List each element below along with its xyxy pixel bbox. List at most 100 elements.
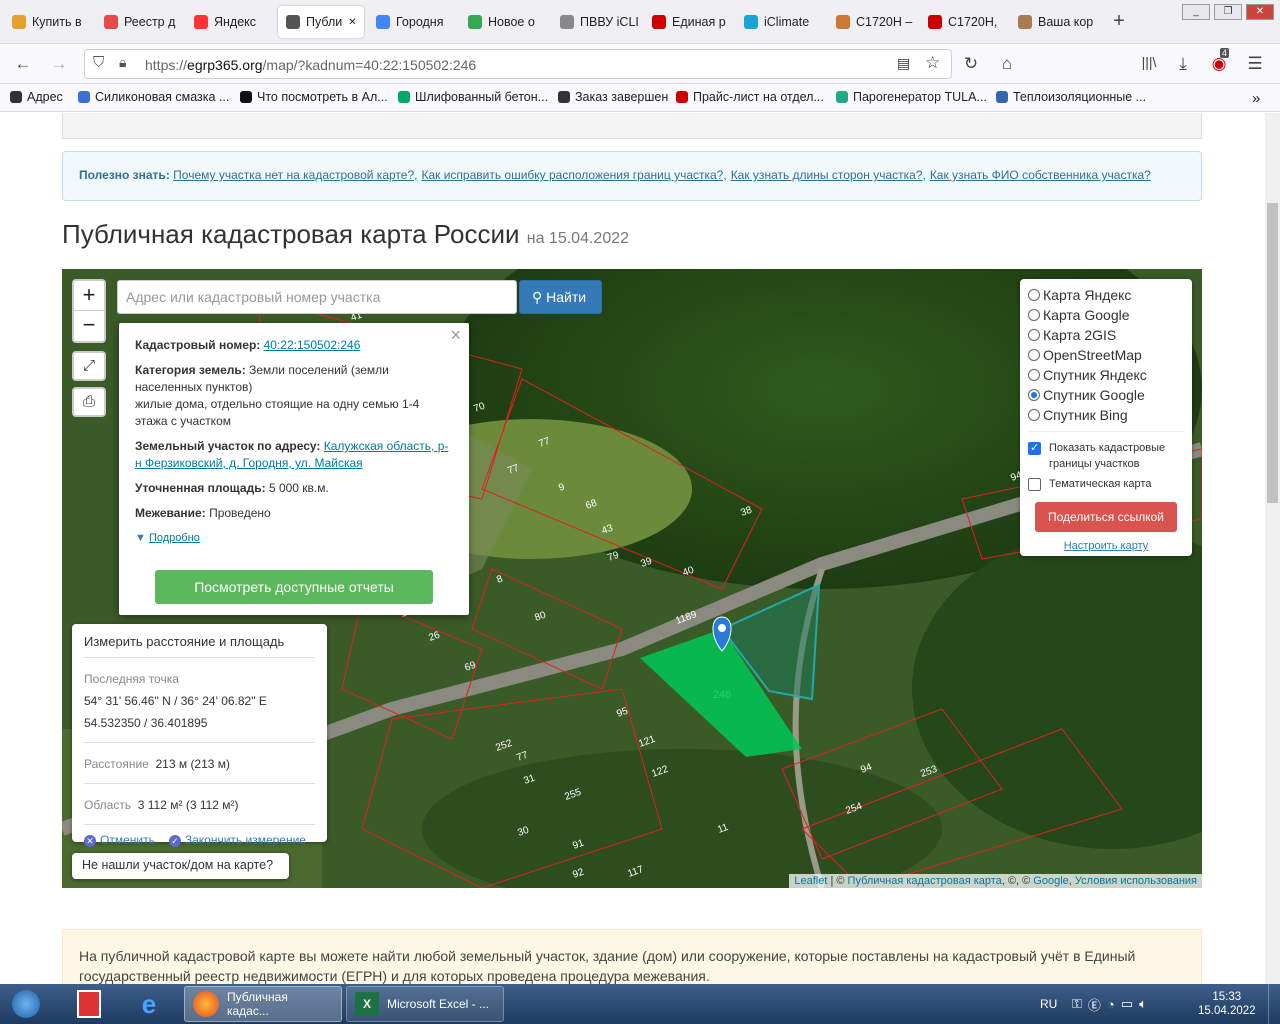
tab-label: Публи	[306, 15, 343, 29]
layer-option-7[interactable]: Спутник Bing	[1028, 405, 1184, 425]
more-link[interactable]: Подробно	[149, 532, 200, 544]
find-button[interactable]: ⚲ Найти	[519, 280, 602, 314]
home-icon[interactable]: ⌂	[996, 54, 1018, 74]
bookmark-1[interactable]: Адрес	[10, 90, 63, 104]
tray-icon[interactable]: ⚿	[1072, 996, 1082, 1012]
reports-button[interactable]: Посмотреть доступные отчеты	[155, 570, 433, 604]
tab-8[interactable]: Единая р	[644, 6, 730, 38]
extension-icon[interactable]: ◉ 4	[1208, 48, 1230, 74]
more-bookmarks-icon[interactable]: »	[1252, 90, 1260, 107]
tab-7[interactable]: ПВВУ iCLIMA	[552, 6, 638, 38]
display-icon[interactable]: ▭	[1121, 996, 1133, 1012]
tab-10[interactable]: C1720H –	[828, 6, 914, 38]
tab-favicon-icon	[12, 15, 26, 29]
bookmark-4[interactable]: Шлифованный бетон...	[398, 90, 548, 104]
url-text[interactable]: https://egrp365.org/map/?kadnum=40:22:15…	[145, 57, 476, 73]
bookmark-label: Что посмотреть в Ал...	[257, 90, 388, 104]
zoom-in-button[interactable]: +	[74, 281, 104, 311]
layer-option-6[interactable]: Спутник Google	[1028, 385, 1184, 405]
info-box: Полезно знать: Почему участка нет на кад…	[62, 151, 1202, 201]
library-icon[interactable]: |||\	[1138, 54, 1160, 70]
tab-11[interactable]: C1720H,	[920, 6, 1006, 38]
close-window-button[interactable]: ✕	[1246, 4, 1274, 20]
info-link-2[interactable]: Как исправить ошибку расположения границ…	[421, 168, 726, 182]
tab-favicon-icon	[836, 15, 850, 29]
taskbar-pinned-app[interactable]	[66, 986, 112, 1022]
share-button[interactable]: Поделиться ссылкой	[1035, 502, 1177, 532]
fullscreen-icon[interactable]: ⤢	[72, 351, 106, 381]
not-found-button[interactable]: Не нашли участок/дом на карте?	[72, 853, 289, 879]
url-bar[interactable]: ⛉ 🔒︎ https://egrp365.org/map/?kadnum=40:…	[84, 49, 952, 79]
terms-link[interactable]: Условия использования	[1075, 875, 1197, 887]
bookmark-2[interactable]: Силиконовая смазка ...	[78, 90, 229, 104]
tab-label: C1720H –	[856, 15, 913, 29]
reader-icon[interactable]: ▤	[897, 55, 910, 72]
page-scrollbar[interactable]	[1265, 113, 1280, 984]
taskbar-app-excel[interactable]: X Microsoft Excel - ...	[346, 986, 504, 1022]
info-link-3[interactable]: Как узнать длины сторон участка?,	[731, 168, 926, 182]
restore-button[interactable]: ❐	[1214, 4, 1242, 20]
layer-option-5[interactable]: Спутник Яндекс	[1028, 365, 1184, 385]
lock-icon[interactable]: 🔒︎	[119, 54, 126, 71]
bookmark-3[interactable]: Что посмотреть в Ал...	[240, 90, 388, 104]
bookmark-6[interactable]: Прайс-лист на отдел...	[676, 90, 824, 104]
show-desktop-button[interactable]	[1268, 984, 1280, 1024]
bookmark-5[interactable]: Заказ завершен	[558, 90, 668, 104]
tab-2[interactable]: Реестр д	[96, 6, 182, 38]
tab-favicon-icon	[194, 15, 208, 29]
layer-option-3[interactable]: Карта 2GIS	[1028, 325, 1184, 345]
shield-icon[interactable]: ⛉	[93, 54, 104, 71]
download-icon[interactable]: ⤓	[1172, 54, 1194, 74]
tab-9[interactable]: iClimate	[736, 6, 822, 38]
cancel-measure-button[interactable]: ✕ Отменить	[84, 833, 155, 847]
new-tab-button[interactable]: +	[1108, 10, 1130, 33]
layer-option-4[interactable]: OpenStreetMap	[1028, 345, 1184, 365]
description-box: На публичной кадастровой карте вы можете…	[62, 929, 1202, 984]
bookmark-8[interactable]: Теплоизоляционные ...	[996, 90, 1146, 104]
distance-label: Расстояние	[84, 757, 149, 771]
clock[interactable]: 15:33 15.04.2022	[1190, 986, 1264, 1022]
info-link-4[interactable]: Как узнать ФИО собственника участка?	[930, 168, 1151, 182]
zoom-out-button[interactable]: −	[74, 311, 104, 341]
pkk-link[interactable]: Публичная кадастровая карта	[848, 875, 1002, 887]
start-button[interactable]	[4, 986, 48, 1022]
tab-12[interactable]: Ваша кор	[1010, 6, 1096, 38]
thematic-checkbox[interactable]: Тематическая карта	[1028, 476, 1184, 492]
menu-icon[interactable]: ☰	[1244, 54, 1266, 74]
scroll-thumb[interactable]	[1267, 203, 1278, 503]
show-borders-checkbox[interactable]: Показать кадастровые границы участков	[1028, 440, 1184, 472]
configure-map-link[interactable]: Настроить карту	[1028, 540, 1184, 552]
tab-3[interactable]: Яндекс	[186, 6, 272, 38]
star-icon[interactable]: ☆	[925, 53, 940, 73]
map[interactable]: 4170777796843793940388801972669118995121…	[62, 269, 1202, 888]
close-icon[interactable]: ×	[450, 326, 461, 344]
map-search-input[interactable]: Адрес или кадастровый номер участка	[117, 280, 517, 314]
tab-5[interactable]: Городня	[368, 6, 454, 38]
taskbar-app-firefox[interactable]: Публичная кадас...	[184, 986, 342, 1022]
show-borders-label: Показать кадастровые границы участков	[1049, 442, 1166, 470]
close-tab-icon[interactable]: ✕	[348, 17, 356, 28]
info-link-1[interactable]: Почему участка нет на кадастровой карте?…	[173, 168, 417, 182]
reload-icon[interactable]: ↻	[960, 54, 982, 74]
category-label: Категория земель:	[135, 363, 246, 377]
finish-measure-button[interactable]: ✓ Закончить измерение	[168, 833, 306, 847]
leaflet-link[interactable]: Leaflet	[794, 875, 827, 887]
print-icon[interactable]: ⎙	[72, 387, 106, 417]
language-indicator[interactable]: RU	[1032, 986, 1065, 1022]
tray-icon[interactable]: Ⓔ	[1088, 995, 1101, 1014]
layer-option-2[interactable]: Карта Google	[1028, 305, 1184, 325]
layer-option-1[interactable]: Карта Яндекс	[1028, 285, 1184, 305]
tab-4[interactable]: Публи ✕	[278, 6, 364, 38]
tab-1[interactable]: Купить в	[4, 6, 90, 38]
tab-6[interactable]: Новое о	[460, 6, 546, 38]
forward-icon[interactable]: →	[48, 54, 70, 74]
back-icon[interactable]: ←	[12, 54, 34, 74]
minimize-button[interactable]: _	[1182, 4, 1210, 20]
google-link[interactable]: Google	[1033, 875, 1068, 887]
taskbar-pinned-ie[interactable]: e	[126, 986, 172, 1022]
area-measure-value: 3 112 м² (3 112 м²)	[137, 798, 239, 812]
bookmark-7[interactable]: Парогенератор TULA...	[836, 90, 987, 104]
volume-icon[interactable]: 🔈︎	[1139, 996, 1147, 1012]
network-icon[interactable]: ◔	[1107, 997, 1115, 1012]
cad-number-link[interactable]: 40:22:150502:246	[264, 338, 361, 352]
